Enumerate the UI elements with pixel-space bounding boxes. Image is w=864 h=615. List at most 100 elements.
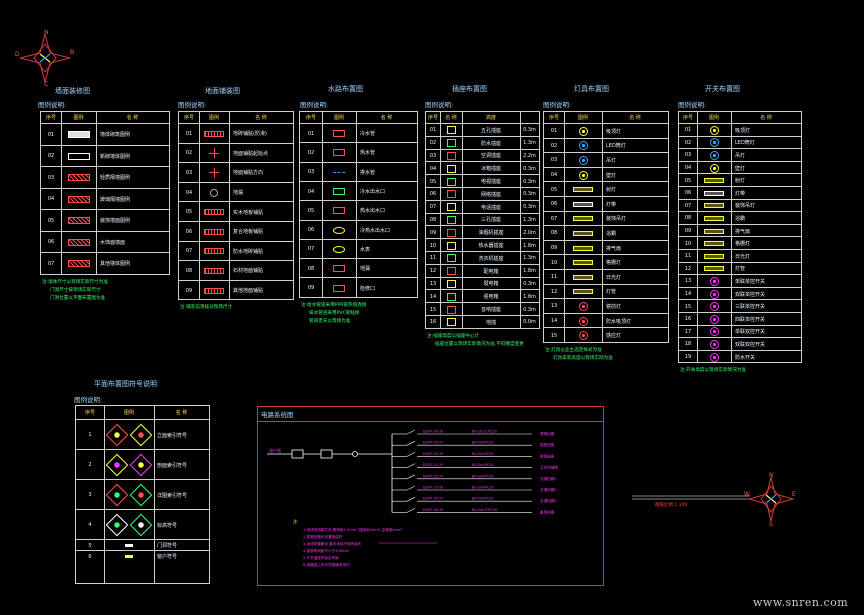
symbol-cell	[199, 183, 229, 203]
table-cell: 感应灯	[606, 333, 622, 340]
index-symbol-icon	[129, 423, 153, 447]
legend-symbol-icon	[333, 265, 345, 273]
table-header-cell: 高度	[485, 115, 496, 121]
legend-table: 序号 图例 名 称 01 吸顶灯 02 LED筒灯 03 吊灯 04 壁灯 05 射灯 06 灯带 07 装饰吊…	[543, 111, 669, 343]
table-header-cell: 序号	[45, 115, 56, 121]
table-row: 03 吊灯	[544, 152, 668, 168]
table-row: 04 壁灯	[679, 160, 801, 175]
symbol-cell	[322, 278, 356, 297]
panel-title: 水路布置图	[328, 85, 363, 93]
legend-symbol-icon	[333, 188, 345, 196]
table-cell: 排水管	[360, 169, 376, 176]
table-row: 14 双联单控开关	[679, 286, 801, 301]
legend-symbol-icon	[573, 260, 593, 266]
svg-text:N: N	[44, 30, 49, 36]
panel-legend-caption: 图例说明:	[300, 101, 329, 109]
symbol-cell	[564, 153, 602, 168]
table-header-cell: 序号	[183, 115, 194, 121]
table-cell: 检修口	[360, 285, 376, 292]
symbol-cell	[564, 328, 602, 343]
socket-icon	[446, 254, 456, 263]
svg-text:C: C	[44, 81, 48, 86]
symbol-cell	[199, 163, 229, 183]
table-row: 14 防水吸顶灯	[544, 312, 668, 329]
table-cell: 0.0m	[523, 319, 536, 326]
table-header-cell: 序号	[84, 410, 95, 416]
table-cell: 12	[550, 288, 558, 295]
table-cell: LED筒灯	[606, 143, 626, 150]
load-label: 卫生间插座	[540, 465, 558, 470]
table-header-cell: 图例	[208, 115, 219, 121]
load-label: 厨房插座	[540, 453, 555, 458]
mark-symbol-icon	[125, 555, 133, 558]
symbol-cell	[564, 124, 602, 139]
table-header-cell: 名 称	[380, 115, 393, 121]
legend-symbol-icon	[704, 228, 724, 234]
socket-icon	[446, 279, 456, 288]
table-cell: 01	[550, 128, 558, 135]
legend-symbol-icon	[704, 266, 724, 272]
legend-symbol-icon	[333, 245, 345, 253]
panel-title: 插座布置图	[452, 85, 487, 93]
legend-symbol-icon	[709, 352, 719, 362]
table-row: 05 装饰墙面图例	[41, 209, 169, 232]
table-row: 02 LED筒灯	[544, 137, 668, 154]
legend-symbol-icon	[67, 195, 90, 203]
symbol-cell	[61, 189, 96, 211]
table-cell: 2	[88, 462, 92, 468]
symbol-cell	[61, 124, 96, 146]
table-cell: 冷热水出水口	[360, 227, 391, 234]
table-cell: 06	[47, 239, 55, 246]
table-cell: 04	[185, 189, 193, 196]
panel-title: 地面铺装图	[205, 87, 240, 95]
symbol-cell	[199, 202, 229, 222]
symbol-cell	[440, 316, 462, 329]
legend-symbol-icon	[67, 260, 90, 268]
breaker-icon	[406, 485, 416, 491]
index-symbol-icon	[129, 513, 153, 537]
legend-symbol-icon	[709, 289, 719, 299]
legend-symbol-icon	[704, 178, 724, 184]
table-row: 16 地插 0.0m	[426, 315, 539, 329]
main-feed-label: 进户线	[269, 447, 281, 453]
table-row: 1 立面索引符号	[76, 419, 209, 450]
table-row: 16 四联单控开关	[679, 312, 801, 326]
table-cell: 08	[550, 230, 558, 237]
table-row: 19 防水开关	[679, 349, 801, 364]
symbol-cell	[322, 163, 356, 182]
symbol-cell	[564, 139, 602, 154]
table-row: 13 单联单控开关	[679, 274, 801, 288]
circuit-note: 3.电线穿管敷设,管内电线不得有接头	[303, 541, 362, 546]
legend-symbol-icon	[709, 302, 719, 312]
table-header-row: 序号 图例 名 称	[300, 112, 417, 123]
table-header-row: 序号 图例 名 称	[544, 112, 668, 123]
symbol-cell	[564, 255, 602, 270]
table-cell: 地漏	[360, 266, 371, 273]
table-cell: 07	[550, 215, 558, 222]
table-cell: 3	[88, 492, 92, 498]
table-row: 02 防水插座 1.3m	[426, 135, 539, 150]
table-header-row: 序号 名 称 高度	[426, 112, 539, 123]
legend-symbol-icon	[709, 150, 719, 160]
wire-label: BV-3x4 PC20	[472, 497, 494, 501]
table-cell: 玻璃隔墙图例	[100, 196, 131, 203]
table-row: 10 热水器插座 1.8m	[426, 238, 539, 252]
table-row: 01 五孔插座 0.3m	[426, 123, 539, 137]
symbol-cell	[322, 201, 356, 220]
legend-symbol-icon	[573, 201, 593, 207]
table-row: 07 装饰吊灯	[544, 210, 668, 227]
table-row: 08 地漏	[300, 258, 417, 278]
legend-symbol-icon	[333, 207, 345, 215]
symbol-cell	[564, 299, 602, 314]
legend-symbol-icon	[67, 238, 90, 246]
circuit-note: 6.电路施工完毕须做通电测试	[303, 562, 350, 567]
table-row: 06 复合地板铺贴	[179, 221, 293, 242]
table-row: 05 实木地板铺贴	[179, 201, 293, 222]
breaker-label: DZ47-25 1P	[423, 486, 443, 490]
panel-title: 灯具布置图	[574, 85, 609, 93]
panel-legend-caption: 图例说明:	[38, 101, 67, 109]
index-symbol-icon	[105, 483, 129, 507]
wire-label: BV-2x2.5 PC20	[472, 508, 497, 512]
table-cell: 灯管	[606, 289, 617, 296]
circuit-wiring: 进户线 DZ47-16 1P BV-2x2.5 PC20 照明回路 DZ47-20 1P…	[267, 430, 558, 567]
